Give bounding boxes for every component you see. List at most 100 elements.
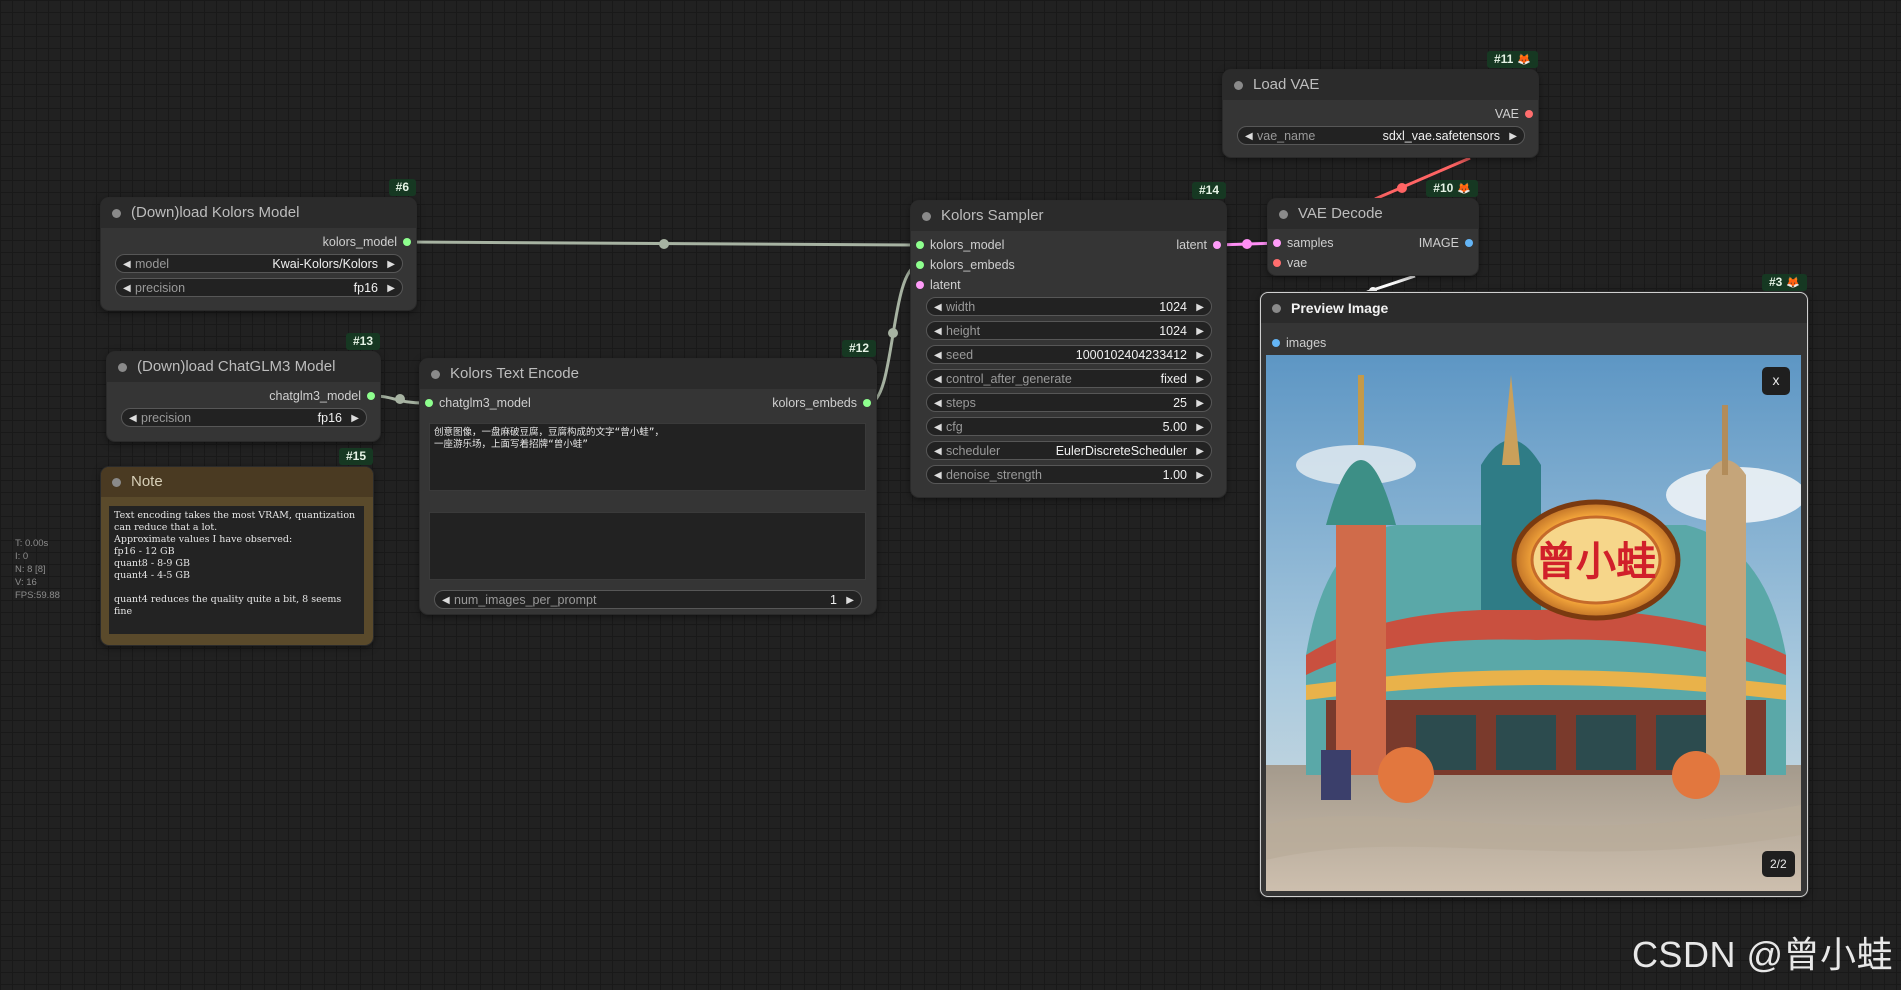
collapse-dot-icon[interactable] xyxy=(1279,210,1288,219)
widget-vae-name[interactable]: ◀ vae_name sdxl_vae.safetensors ▶ xyxy=(1237,126,1525,145)
input-slot-images[interactable]: images xyxy=(1272,335,1326,351)
collapse-dot-icon[interactable] xyxy=(431,370,440,379)
decrement-arrow-icon[interactable]: ◀ xyxy=(934,298,942,317)
decrement-arrow-icon[interactable]: ◀ xyxy=(934,418,942,437)
increment-arrow-icon[interactable]: ▶ xyxy=(1196,298,1204,317)
input-dot-icon[interactable] xyxy=(1272,339,1280,347)
increment-arrow-icon[interactable]: ▶ xyxy=(1196,466,1204,485)
increment-arrow-icon[interactable]: ▶ xyxy=(846,591,854,610)
slot-label: chatglm3_model xyxy=(439,396,531,410)
widget-num-images-per-prompt[interactable]: ◀ num_images_per_prompt 1 ▶ xyxy=(434,590,862,609)
output-slot-latent[interactable]: latent xyxy=(1176,237,1221,253)
output-slot-chatglm3-model[interactable]: chatglm3_model xyxy=(269,388,375,404)
input-dot-icon[interactable] xyxy=(1273,239,1281,247)
input-slot-samples[interactable]: samples xyxy=(1273,235,1334,251)
input-slot-latent[interactable]: latent xyxy=(916,277,961,293)
increment-arrow-icon[interactable]: ▶ xyxy=(1196,346,1204,365)
node-title-bar[interactable]: (Down)load Kolors Model xyxy=(101,198,416,228)
node-id-badge: #14 xyxy=(1191,182,1226,199)
input-dot-icon[interactable] xyxy=(1273,259,1281,267)
widget-model[interactable]: ◀ model Kwai-Kolors/Kolors ▶ xyxy=(115,254,403,273)
node-title-bar[interactable]: Kolors Sampler xyxy=(911,201,1226,231)
collapse-dot-icon[interactable] xyxy=(118,363,127,372)
node-title-bar[interactable]: (Down)load ChatGLM3 Model xyxy=(107,352,380,382)
node-load-chatglm3-model[interactable]: #13 (Down)load ChatGLM3 Model chatglm3_m… xyxy=(107,333,380,441)
stat-fps: FPS:59.88 xyxy=(15,590,60,601)
widget-precision[interactable]: ◀ precision fp16 ▶ xyxy=(115,278,403,297)
decrement-arrow-icon[interactable]: ◀ xyxy=(934,442,942,461)
node-title-bar[interactable]: Preview Image xyxy=(1261,293,1807,323)
collapse-dot-icon[interactable] xyxy=(922,212,931,221)
input-slot-chatglm3-model[interactable]: chatglm3_model xyxy=(425,395,531,411)
node-title: Preview Image xyxy=(1291,300,1389,316)
node-note[interactable]: #15 Note Text encoding takes the most VR… xyxy=(101,448,373,645)
increment-arrow-icon[interactable]: ▶ xyxy=(387,255,395,274)
input-dot-icon[interactable] xyxy=(916,261,924,269)
input-dot-icon[interactable] xyxy=(916,281,924,289)
output-dot-icon[interactable] xyxy=(403,238,411,246)
left-spire xyxy=(1358,375,1364,445)
widget-control-after-generate[interactable]: ◀ control_after_generate fixed ▶ xyxy=(926,369,1212,388)
collapse-dot-icon[interactable] xyxy=(112,209,121,218)
output-dot-icon[interactable] xyxy=(367,392,375,400)
output-slot-image[interactable]: IMAGE xyxy=(1419,235,1473,251)
output-dot-icon[interactable] xyxy=(863,399,871,407)
output-dot-icon[interactable] xyxy=(1465,239,1473,247)
node-title-bar[interactable]: Load VAE xyxy=(1223,70,1538,100)
increment-arrow-icon[interactable]: ▶ xyxy=(387,279,395,298)
output-slot-kolors-model[interactable]: kolors_model xyxy=(323,234,411,250)
node-load-kolors-model[interactable]: #6 (Down)load Kolors Model kolors_model … xyxy=(101,179,416,310)
increment-arrow-icon[interactable]: ▶ xyxy=(1196,442,1204,461)
widget-cfg[interactable]: ◀ cfg 5.00 ▶ xyxy=(926,417,1212,436)
decrement-arrow-icon[interactable]: ◀ xyxy=(123,255,131,274)
input-slot-kolors-model[interactable]: kolors_model xyxy=(916,237,1004,253)
input-slot-vae[interactable]: vae xyxy=(1273,255,1307,271)
decrement-arrow-icon[interactable]: ◀ xyxy=(934,394,942,413)
collapse-dot-icon[interactable] xyxy=(112,478,121,487)
widget-denoise-strength[interactable]: ◀ denoise_strength 1.00 ▶ xyxy=(926,465,1212,484)
node-vae-decode[interactable]: #10 🦊 VAE Decode samples vae IMAGE xyxy=(1268,180,1478,275)
node-preview-image[interactable]: #3 🦊 Preview Image images 曾小蛙 x 2/2 xyxy=(1260,274,1808,897)
decrement-arrow-icon[interactable]: ◀ xyxy=(123,279,131,298)
node-title-bar[interactable]: Note xyxy=(101,467,373,497)
decrement-arrow-icon[interactable]: ◀ xyxy=(1245,127,1253,146)
widget-scheduler[interactable]: ◀ scheduler EulerDiscreteScheduler ▶ xyxy=(926,441,1212,460)
node-title-bar[interactable]: Kolors Text Encode xyxy=(420,359,876,389)
collapse-dot-icon[interactable] xyxy=(1272,304,1281,313)
output-slot-kolors-embeds[interactable]: kolors_embeds xyxy=(772,395,871,411)
decrement-arrow-icon[interactable]: ◀ xyxy=(129,409,137,428)
widget-precision[interactable]: ◀ precision fp16 ▶ xyxy=(121,408,367,427)
increment-arrow-icon[interactable]: ▶ xyxy=(1196,418,1204,437)
decrement-arrow-icon[interactable]: ◀ xyxy=(934,346,942,365)
node-load-vae[interactable]: #11 🦊 Load VAE VAE ◀ vae_name sdxl_vae.sa… xyxy=(1223,51,1538,157)
node-id-badge: #3 🦊 xyxy=(1761,274,1807,291)
prompt-textarea[interactable]: 创意图像，一盘麻破豆腐，豆腐构成的文字“曾小蛙”， 一座游乐场，上面写着招牌“曾… xyxy=(429,423,866,491)
widget-height[interactable]: ◀ height 1024 ▶ xyxy=(926,321,1212,340)
output-dot-icon[interactable] xyxy=(1525,110,1533,118)
increment-arrow-icon[interactable]: ▶ xyxy=(1509,127,1517,146)
node-title-bar[interactable]: VAE Decode xyxy=(1268,199,1478,229)
decrement-arrow-icon[interactable]: ◀ xyxy=(934,466,942,485)
increment-arrow-icon[interactable]: ▶ xyxy=(1196,394,1204,413)
input-dot-icon[interactable] xyxy=(425,399,433,407)
input-slot-kolors-embeds[interactable]: kolors_embeds xyxy=(916,257,1015,273)
collapse-dot-icon[interactable] xyxy=(1234,81,1243,90)
note-textarea[interactable]: Text encoding takes the most VRAM, quant… xyxy=(109,506,364,634)
node-kolors-sampler[interactable]: #14 Kolors Sampler kolors_model kolors_e… xyxy=(911,182,1226,497)
decrement-arrow-icon[interactable]: ◀ xyxy=(442,591,450,610)
widget-steps[interactable]: ◀ steps 25 ▶ xyxy=(926,393,1212,412)
widget-seed[interactable]: ◀ seed 1000102404233412 ▶ xyxy=(926,345,1212,364)
preview-image[interactable]: 曾小蛙 xyxy=(1266,355,1801,891)
output-dot-icon[interactable] xyxy=(1213,241,1221,249)
output-slot-vae[interactable]: VAE xyxy=(1495,106,1533,122)
widget-width[interactable]: ◀ width 1024 ▶ xyxy=(926,297,1212,316)
increment-arrow-icon[interactable]: ▶ xyxy=(1196,322,1204,341)
input-dot-icon[interactable] xyxy=(916,241,924,249)
increment-arrow-icon[interactable]: ▶ xyxy=(351,409,359,428)
node-kolors-text-encode[interactable]: #12 Kolors Text Encode chatglm3_model ko… xyxy=(420,340,876,614)
negative-prompt-textarea[interactable] xyxy=(429,512,866,580)
increment-arrow-icon[interactable]: ▶ xyxy=(1196,370,1204,389)
decrement-arrow-icon[interactable]: ◀ xyxy=(934,322,942,341)
decrement-arrow-icon[interactable]: ◀ xyxy=(934,370,942,389)
close-image-button[interactable]: x xyxy=(1762,367,1790,395)
